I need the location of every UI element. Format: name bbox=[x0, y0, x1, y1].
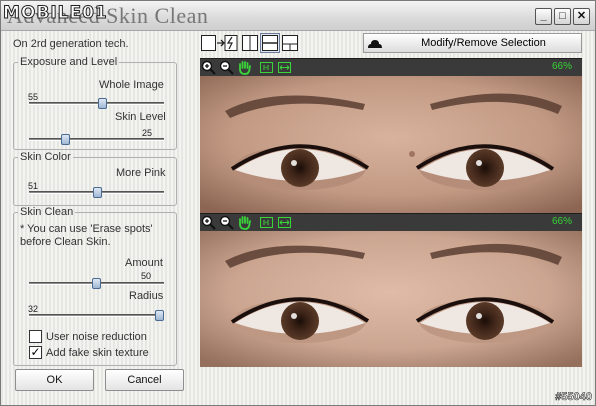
close-button[interactable]: ✕ bbox=[573, 8, 590, 25]
zoom-in-icon[interactable] bbox=[201, 215, 216, 230]
skin-level-value: 25 bbox=[142, 128, 153, 138]
radius-value: 32 bbox=[28, 304, 39, 314]
zoom-out-icon[interactable] bbox=[219, 215, 234, 230]
exposure-legend: Exposure and Level bbox=[20, 56, 118, 68]
single-view-icon[interactable] bbox=[201, 35, 216, 51]
whole-image-label: Whole Image bbox=[99, 79, 164, 91]
maximize-button[interactable]: □ bbox=[554, 8, 571, 25]
title-bar[interactable]: Advanced Skin Clean MOBILE01 _ □ ✕ bbox=[1, 1, 595, 31]
fit-view-icon[interactable] bbox=[277, 60, 292, 75]
actual-size-icon[interactable] bbox=[259, 215, 274, 230]
noise-reduction-checkbox[interactable] bbox=[29, 330, 42, 343]
zoom-level-top: 66% bbox=[551, 61, 572, 72]
more-pink-value: 51 bbox=[28, 181, 39, 191]
actual-size-icon[interactable] bbox=[259, 60, 274, 75]
split-horizontal-icon[interactable] bbox=[260, 33, 280, 53]
split-quad-icon[interactable] bbox=[282, 35, 298, 51]
skin-clean-legend: Skin Clean bbox=[20, 206, 74, 218]
noise-reduction-label[interactable]: User noise reduction bbox=[46, 331, 147, 343]
more-pink-label: More Pink bbox=[116, 167, 166, 179]
dialog-window: Advanced Skin Clean MOBILE01 _ □ ✕ On 2r… bbox=[0, 0, 596, 406]
fake-texture-label[interactable]: Add fake skin texture bbox=[46, 347, 149, 359]
erase-spots-note: * You can use 'Erase spots' before Clean… bbox=[20, 223, 153, 248]
whole-image-slider-thumb[interactable] bbox=[98, 98, 108, 109]
whole-image-value: 55 bbox=[28, 92, 39, 102]
minimize-button[interactable]: _ bbox=[535, 8, 552, 25]
footer-watermark: #55040 bbox=[555, 391, 592, 404]
tech-subtitle: On 2rd generation tech. bbox=[13, 38, 129, 50]
modify-selection-label: Modify/Remove Selection bbox=[421, 37, 546, 49]
radius-slider-track[interactable] bbox=[29, 314, 164, 317]
amount-value: 50 bbox=[141, 271, 152, 281]
skin-level-label: Skin Level bbox=[115, 111, 166, 123]
skin-level-slider-track[interactable] bbox=[29, 138, 164, 141]
radius-label: Radius bbox=[129, 290, 164, 302]
zoom-level-bottom: 66% bbox=[551, 216, 572, 227]
more-pink-slider-thumb[interactable] bbox=[93, 187, 103, 198]
skin-color-legend: Skin Color bbox=[20, 151, 71, 163]
radius-slider-thumb[interactable] bbox=[155, 310, 164, 321]
modify-selection-button[interactable]: Modify/Remove Selection bbox=[363, 33, 582, 53]
watermark-logo: MOBILE01 bbox=[3, 3, 108, 24]
arrow-to-view-icon[interactable] bbox=[216, 35, 238, 51]
face-eyes-image-bottom bbox=[200, 231, 582, 367]
pan-hand-icon[interactable] bbox=[237, 215, 252, 230]
preview-toolbar-bottom: 66% bbox=[200, 213, 582, 231]
amount-label: Amount bbox=[125, 257, 163, 269]
fake-texture-checkbox[interactable]: ✓ bbox=[29, 346, 42, 359]
skin-level-slider-thumb[interactable] bbox=[60, 134, 70, 145]
fit-view-icon[interactable] bbox=[277, 215, 292, 230]
preview-image-original[interactable] bbox=[200, 76, 582, 213]
face-eyes-image-top bbox=[200, 76, 582, 213]
preview-image-result[interactable] bbox=[200, 231, 582, 367]
zoom-in-icon[interactable] bbox=[201, 60, 216, 75]
split-vertical-icon[interactable] bbox=[242, 35, 258, 51]
amount-slider-thumb[interactable] bbox=[92, 278, 101, 289]
whole-image-slider-track[interactable] bbox=[29, 102, 164, 105]
zoom-out-icon[interactable] bbox=[219, 60, 234, 75]
preview-toolbar-top: 66% bbox=[200, 58, 582, 76]
selection-cloud-icon bbox=[368, 40, 382, 48]
ok-button[interactable]: OK bbox=[15, 369, 94, 391]
pan-hand-icon[interactable] bbox=[237, 60, 252, 75]
cancel-button[interactable]: Cancel bbox=[105, 369, 184, 391]
